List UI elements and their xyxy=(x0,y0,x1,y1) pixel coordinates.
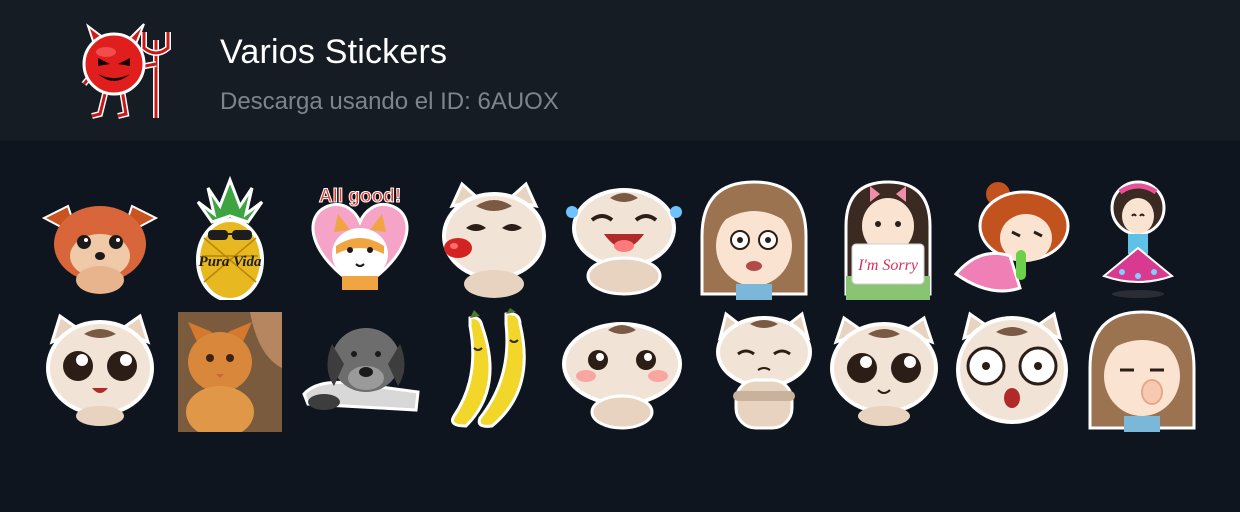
pack-header: Varios Stickers Descarga usando el ID: 6… xyxy=(0,0,1240,141)
cat-pleading-sticker[interactable] xyxy=(822,308,946,432)
devil-emoji-icon xyxy=(78,18,184,122)
girl-dancing-sticker[interactable] xyxy=(1076,176,1200,300)
girl-sorry-sticker[interactable]: I'm Sorry xyxy=(826,176,950,300)
cat-kiss-sticker[interactable] xyxy=(432,176,556,300)
cat-arms-crossed-sticker[interactable] xyxy=(702,308,826,432)
cat-shocked-sticker[interactable] xyxy=(950,308,1074,432)
cat-happy-sticker[interactable] xyxy=(38,308,162,432)
girl-scared-sticker[interactable] xyxy=(692,176,816,300)
fox-puppy-sticker[interactable] xyxy=(38,176,162,300)
raccoon-sticker[interactable]: All good! xyxy=(298,176,422,300)
pack-title: Varios Stickers xyxy=(220,33,448,71)
bananas-sticker[interactable] xyxy=(440,308,564,432)
cat-laughing-sticker[interactable] xyxy=(562,176,686,300)
pineapple-sticker-text: Pura Vida xyxy=(199,254,262,270)
girl-sick-sticker[interactable] xyxy=(950,176,1074,300)
sad-dog-sticker[interactable] xyxy=(298,308,422,432)
girl-sorry-sticker-text: I'm Sorry xyxy=(857,257,919,274)
girl-nose-pick-sticker[interactable] xyxy=(1080,308,1204,432)
orange-cat-photo-sticker[interactable] xyxy=(178,308,302,432)
pack-subtitle: Descarga usando el ID: 6AUOX xyxy=(220,88,559,115)
raccoon-sticker-text: All good! xyxy=(319,186,401,207)
cat-shy-sticker[interactable] xyxy=(560,308,684,432)
pineapple-sticker[interactable]: Pura Vida xyxy=(168,176,292,300)
